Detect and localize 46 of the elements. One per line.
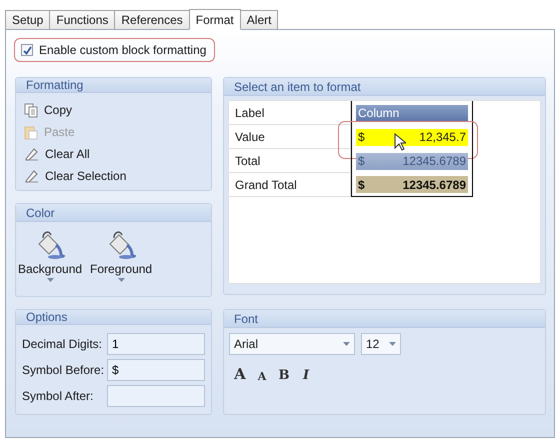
caret-icon <box>343 342 350 346</box>
font-style-button[interactable]: A <box>255 367 269 383</box>
cursor-icon <box>394 133 406 151</box>
font-style-button[interactable]: B <box>277 367 291 383</box>
tab[interactable]: Setup <box>5 10 50 29</box>
tab[interactable]: Functions <box>49 10 116 29</box>
font-dropdown[interactable]: Arial <box>229 333 355 355</box>
menu-item[interactable]: Clear All <box>24 143 203 165</box>
table-cell: Label <box>229 101 351 125</box>
table-cell: Total <box>229 149 351 173</box>
format-cell[interactable]: $ 12345.6789 <box>356 176 468 193</box>
clipboard-icon <box>24 124 38 140</box>
table-cell: Value <box>229 125 351 149</box>
color-button[interactable]: Background <box>18 228 82 282</box>
eraser-icon <box>24 169 39 183</box>
size-dropdown[interactable]: 12 <box>361 333 401 355</box>
font-style-button[interactable]: A <box>233 367 247 383</box>
input-field[interactable] <box>107 385 205 407</box>
input-field[interactable]: 1 <box>107 333 205 355</box>
group-title: Formatting <box>16 78 211 93</box>
tab[interactable]: References <box>114 10 190 29</box>
eraser-icon <box>24 147 39 161</box>
field-label: Symbol Before: <box>22 363 106 377</box>
copy-icon <box>24 102 38 118</box>
format-cell[interactable]: $ 12,345.7 <box>356 128 468 146</box>
group-title: Options <box>16 310 211 325</box>
caret-icon <box>389 342 396 346</box>
tab[interactable]: Alert <box>240 10 278 29</box>
checkbox[interactable] <box>21 44 33 56</box>
caret-icon <box>46 278 54 282</box>
menu-item[interactable]: Clear Selection <box>24 165 203 187</box>
font-style-button[interactable]: I <box>299 367 313 383</box>
field-label: Decimal Digits: <box>22 337 104 351</box>
group-title: Select an item to format <box>224 78 545 96</box>
field-label: Symbol After: <box>22 389 94 403</box>
table-cell: Grand Total <box>229 173 351 197</box>
group-title: Color <box>16 204 211 222</box>
checkbox-label: Enable custom block formatting <box>39 43 206 57</box>
caret-icon <box>118 278 125 282</box>
check-icon <box>22 46 32 54</box>
color-button[interactable]: Foreground <box>90 228 152 282</box>
input-field[interactable]: $ <box>107 359 205 381</box>
tab[interactable]: Format <box>188 9 241 30</box>
menu-item[interactable]: Copy <box>24 99 203 121</box>
enable-checkbox[interactable]: Enable custom block formatting <box>14 38 216 62</box>
group-title: Font <box>224 310 545 328</box>
